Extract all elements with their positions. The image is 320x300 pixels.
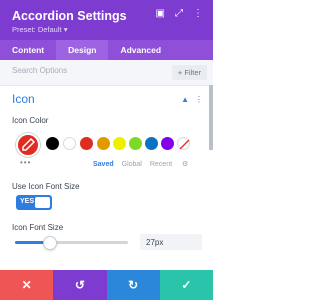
color-preset-tabs: Saved Global Recent (93, 161, 172, 168)
toggle-knob (35, 197, 50, 208)
modal-title: Accordion Settings (12, 9, 127, 23)
more-icon[interactable]: ⋮ (193, 8, 203, 19)
color-picker-button[interactable] (16, 133, 40, 157)
slider-knob[interactable] (42, 236, 57, 250)
use-icon-font-size-label: Use Icon Font Size (12, 182, 80, 191)
swatch-blue[interactable] (145, 137, 158, 150)
chevron-up-icon[interactable]: ▲ (181, 95, 189, 104)
swatch-yellow[interactable] (113, 137, 126, 150)
font-size-input[interactable] (140, 234, 202, 250)
swatch-green[interactable] (129, 137, 142, 150)
search-bar: + Filter (0, 60, 213, 86)
swatch-none[interactable] (177, 137, 190, 150)
tab-design[interactable]: Design (56, 40, 109, 60)
icon-font-size-label: Icon Font Size (12, 223, 64, 232)
tab-global[interactable]: Global (122, 161, 142, 168)
scrollbar[interactable] (209, 85, 213, 150)
swatch-black[interactable] (46, 137, 59, 150)
tab-saved[interactable]: Saved (93, 161, 114, 168)
action-bar: ✕ ↺ ↻ ✓ (0, 270, 213, 300)
section-controls: ▲ ⋮ (181, 95, 203, 104)
eyedropper-icon (22, 137, 36, 151)
swatch-purple[interactable] (161, 137, 174, 150)
toggle-label: YES (20, 198, 35, 205)
section-more-icon[interactable]: ⋮ (195, 95, 203, 104)
tab-content[interactable]: Content (0, 40, 56, 60)
header-icons: ▣ ⤢ ⋮ (156, 8, 203, 19)
screen-icon[interactable]: ▣ (156, 8, 165, 19)
discard-button[interactable]: ✕ (0, 270, 54, 300)
tab-recent[interactable]: Recent (150, 161, 172, 168)
swatch-red[interactable] (80, 137, 93, 150)
tab-bar: Content Design Advanced (0, 40, 213, 60)
more-colors-icon[interactable]: ••• (20, 158, 31, 167)
preset-selector[interactable]: Preset: Default ▾ (12, 25, 67, 34)
no-color-icon (179, 139, 190, 150)
font-size-slider[interactable] (15, 236, 128, 250)
use-icon-font-size-toggle[interactable]: YES (16, 195, 52, 210)
section-title-icon[interactable]: Icon (12, 92, 35, 106)
tab-advanced[interactable]: Advanced (108, 40, 173, 60)
save-button[interactable]: ✓ (159, 270, 213, 300)
search-input[interactable] (12, 66, 132, 75)
gear-icon[interactable]: ⚙ (182, 160, 188, 168)
icon-color-label: Icon Color (12, 116, 49, 125)
swatch-white[interactable] (63, 137, 76, 150)
filter-button[interactable]: + Filter (171, 65, 207, 80)
swatch-orange[interactable] (97, 137, 110, 150)
redo-button[interactable]: ↻ (106, 270, 160, 300)
undo-button[interactable]: ↺ (53, 270, 107, 300)
expand-icon[interactable]: ⤢ (175, 8, 183, 19)
